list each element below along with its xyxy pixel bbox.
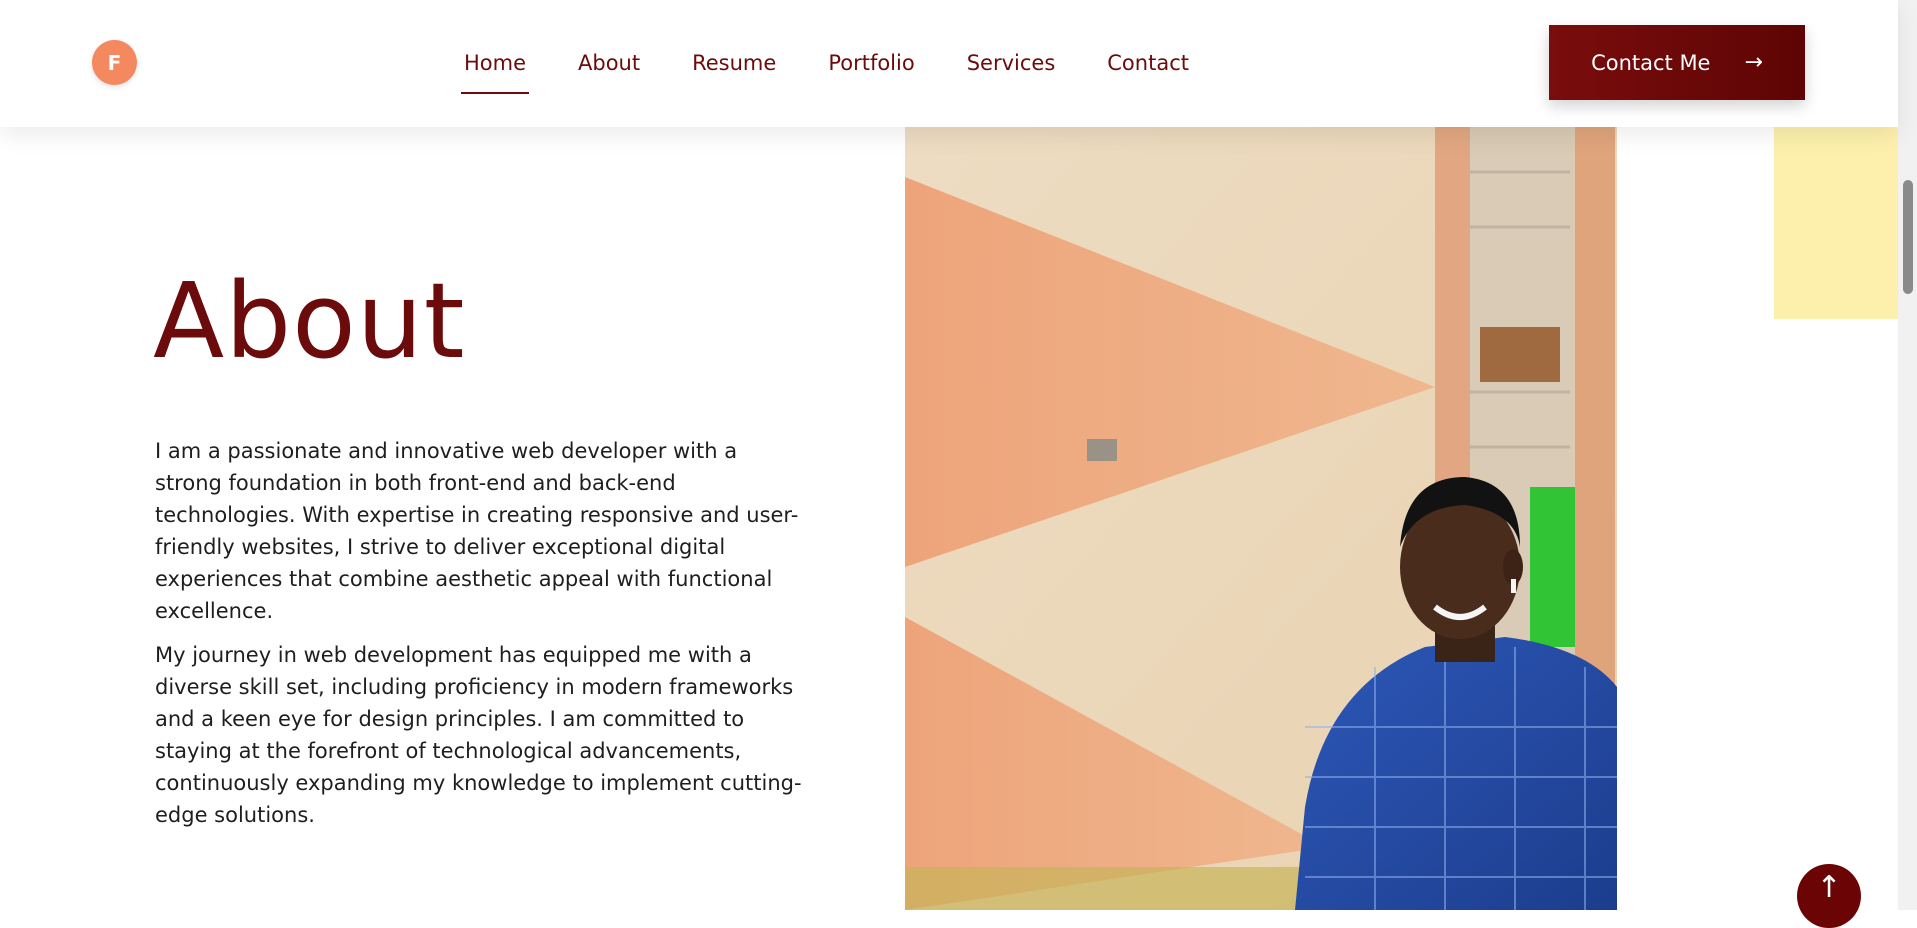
nav-services[interactable]: Services: [967, 48, 1056, 78]
nav-home[interactable]: Home: [460, 48, 530, 94]
about-paragraph-2: My journey in web development has equipp…: [155, 643, 802, 827]
back-to-top-button[interactable]: ↑: [1797, 864, 1861, 928]
contact-me-label: Contact Me: [1591, 50, 1711, 75]
nav-portfolio[interactable]: Portfolio: [828, 48, 914, 78]
profile-photo: [905, 127, 1617, 910]
scrollbar-thumb[interactable]: [1903, 180, 1913, 294]
main-nav: Home About Resume Portfolio Services Con…: [460, 48, 1241, 94]
about-title: About: [153, 260, 466, 382]
nav-about[interactable]: About: [578, 48, 640, 78]
site-header: F Home About Resume Portfolio Services C…: [0, 0, 1898, 127]
arrow-up-icon: ↑: [1816, 870, 1842, 905]
about-paragraph-1: I am a passionate and innovative web dev…: [155, 439, 799, 623]
scrollbar-track[interactable]: [1898, 0, 1917, 910]
logo[interactable]: F: [92, 40, 137, 85]
decorative-yellow-block: [1774, 127, 1898, 319]
nav-contact[interactable]: Contact: [1107, 48, 1189, 78]
nav-resume[interactable]: Resume: [692, 48, 776, 78]
contact-me-button[interactable]: Contact Me →: [1549, 25, 1805, 100]
arrow-right-icon: →: [1744, 50, 1763, 75]
